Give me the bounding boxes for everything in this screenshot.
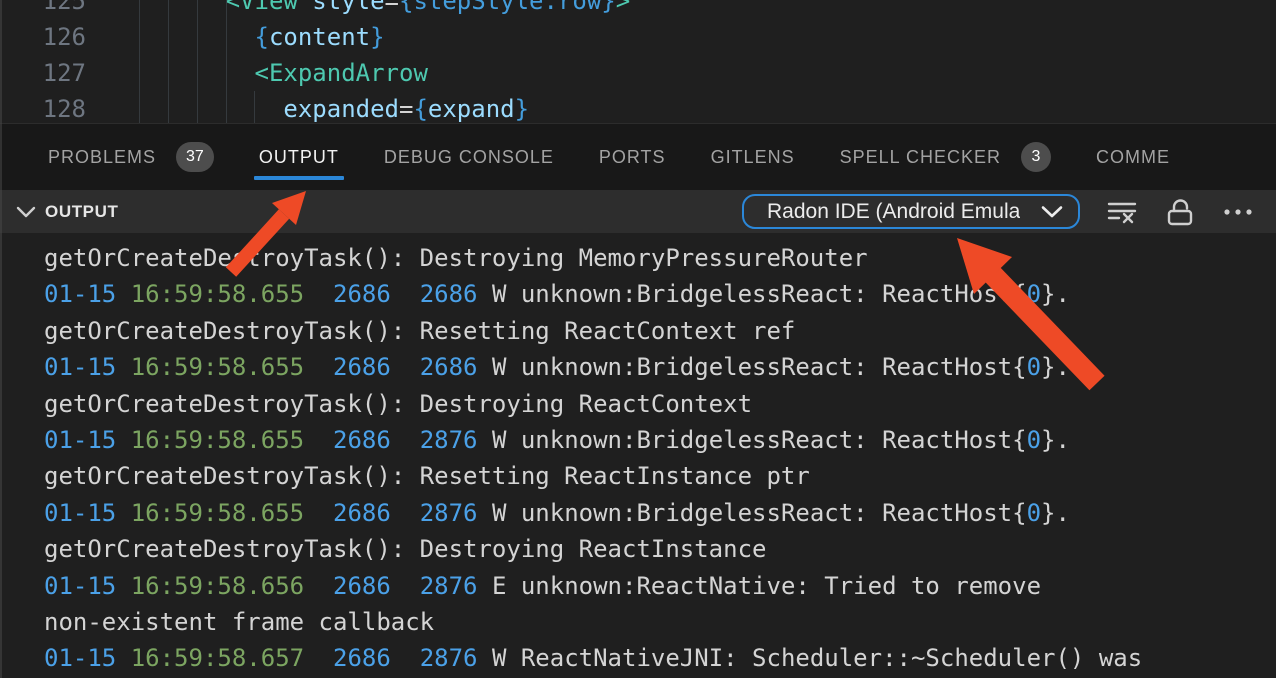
log-line: 01-15 16:59:58.657 2686 2876 W ReactNati…	[44, 640, 1276, 676]
more-actions-icon[interactable]	[1222, 207, 1254, 217]
output-panel-header: OUTPUT Radon IDE (Android Emula	[0, 190, 1276, 233]
code-editor[interactable]: 125 <View style={stepStyle.row}>126 {con…	[0, 0, 1276, 123]
tab-debug-console[interactable]: DEBUG CONSOLE	[384, 124, 554, 190]
output-channel-dropdown[interactable]: Radon IDE (Android Emula	[742, 194, 1080, 229]
chevron-down-icon	[1040, 205, 1064, 219]
line-number: 126	[0, 19, 86, 55]
code-line: 128 expanded={expand}	[0, 91, 1276, 123]
log-line: non-existent frame callback	[44, 604, 1276, 640]
log-line: getOrCreateDestroyTask(): Resetting Reac…	[44, 313, 1276, 349]
tab-label: PORTS	[599, 147, 666, 168]
window-left-edge	[0, 0, 2, 678]
code-text: {content}	[86, 19, 385, 55]
indent-guide	[254, 91, 255, 123]
log-line: getOrCreateDestroyTask(): Destroying Rea…	[44, 531, 1276, 567]
code-text: <ExpandArrow	[86, 55, 428, 91]
tab-label: COMME	[1096, 147, 1170, 168]
line-number: 128	[0, 91, 86, 123]
code-text: expanded={expand}	[86, 91, 529, 123]
tab-badge: 37	[176, 142, 214, 172]
chevron-down-icon[interactable]	[16, 206, 36, 218]
tab-label: DEBUG CONSOLE	[384, 147, 554, 168]
indent-guide	[197, 0, 198, 123]
code-line: 127 <ExpandArrow	[0, 55, 1276, 91]
tab-label: SPELL CHECKER	[840, 147, 1001, 168]
log-line: getOrCreateDestroyTask(): Resetting Reac…	[44, 458, 1276, 494]
log-line: 01-15 16:59:58.655 2686 2686 W unknown:B…	[44, 276, 1276, 312]
log-line: getOrCreateDestroyTask(): Destroying Mem…	[44, 240, 1276, 276]
tab-label: OUTPUT	[259, 147, 339, 168]
tab-label: GITLENS	[711, 147, 795, 168]
log-line: 01-15 16:59:58.655 2686 2686 W unknown:B…	[44, 349, 1276, 385]
log-line: getOrCreateDestroyTask(): Destroying Rea…	[44, 386, 1276, 422]
tab-ports[interactable]: PORTS	[599, 124, 666, 190]
clear-output-icon[interactable]	[1106, 198, 1138, 226]
tab-gitlens[interactable]: GITLENS	[711, 124, 795, 190]
panel-tab-bar: PROBLEMS 37 OUTPUT DEBUG CONSOLE PORTS GITLEN…	[0, 123, 1276, 190]
code-line: 125 <View style={stepStyle.row}>	[0, 0, 1276, 19]
line-number: 127	[0, 55, 86, 91]
indent-guide	[168, 0, 169, 123]
tab-problems[interactable]: PROBLEMS 37	[48, 124, 214, 190]
code-line: 126 {content}	[0, 19, 1276, 55]
panel-title: OUTPUT	[45, 202, 118, 222]
indent-guide	[226, 0, 227, 123]
header-actions: Radon IDE (Android Emula	[742, 194, 1254, 229]
tab-comme[interactable]: COMME	[1096, 124, 1170, 190]
log-line: 01-15 16:59:58.655 2686 2876 W unknown:B…	[44, 422, 1276, 458]
output-channel-value: Radon IDE (Android Emula	[767, 200, 1020, 224]
editor-lines: 125 <View style={stepStyle.row}>126 {con…	[0, 0, 1276, 123]
output-log[interactable]: getOrCreateDestroyTask(): Destroying Mem…	[0, 233, 1276, 678]
log-line: 01-15 16:59:58.655 2686 2876 W unknown:B…	[44, 495, 1276, 531]
tab-badge: 3	[1021, 142, 1051, 172]
tab-output[interactable]: OUTPUT	[259, 124, 339, 190]
unlock-icon[interactable]	[1164, 197, 1196, 227]
line-number: 125	[0, 0, 86, 19]
tab-spell-checker[interactable]: SPELL CHECKER 3	[840, 124, 1051, 190]
log-line: 01-15 16:59:58.656 2686 2876 E unknown:R…	[44, 568, 1276, 604]
tab-label: PROBLEMS	[48, 147, 156, 168]
indent-guide	[139, 0, 140, 123]
